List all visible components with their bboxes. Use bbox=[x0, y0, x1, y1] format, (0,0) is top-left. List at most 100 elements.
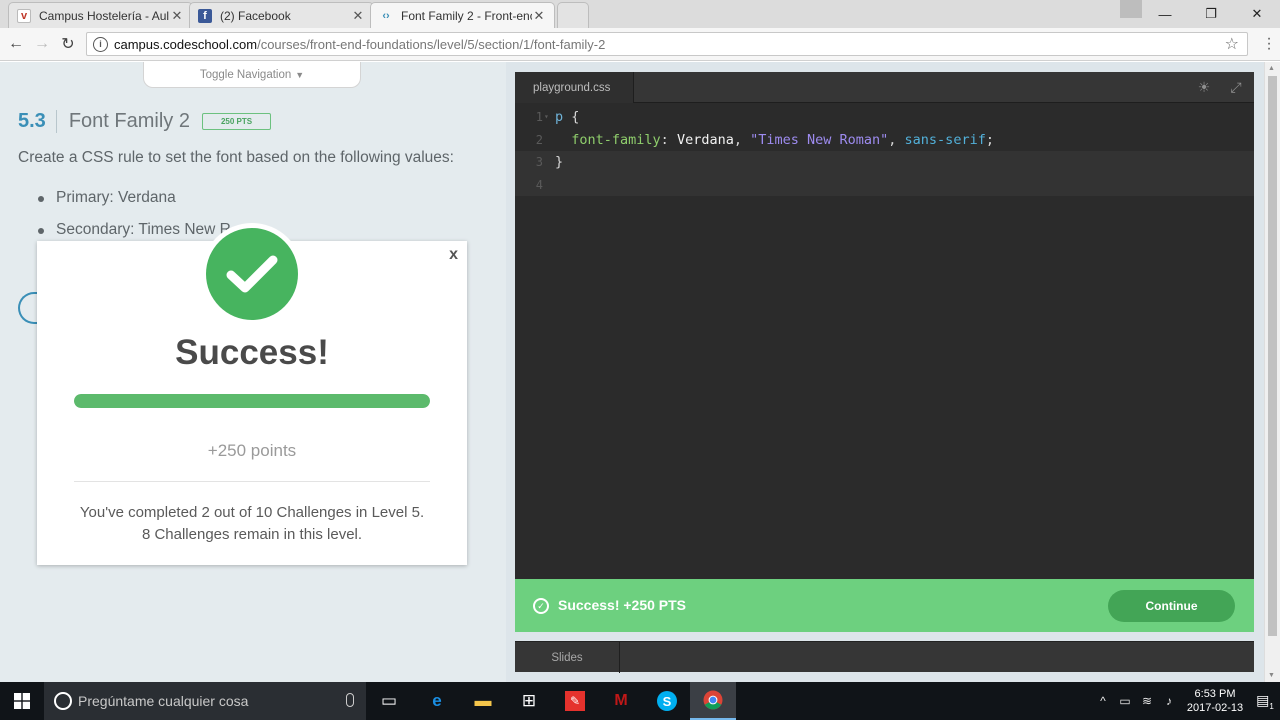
code-token: { bbox=[563, 109, 580, 125]
new-tab-button[interactable] bbox=[557, 2, 589, 28]
wifi-icon[interactable]: ≋ bbox=[1136, 694, 1158, 708]
task-view-icon[interactable]: ▭ bbox=[366, 682, 412, 720]
slides-bar: Slides bbox=[515, 641, 1254, 673]
expand-icon[interactable]: ⤢ bbox=[1228, 79, 1244, 95]
line-number: 4 bbox=[535, 177, 543, 192]
info-icon[interactable]: i bbox=[93, 36, 108, 52]
code-token: p bbox=[555, 109, 564, 125]
code-line[interactable]: 3} bbox=[515, 151, 1254, 174]
code-token: sans-serif bbox=[904, 131, 986, 148]
checkmark-icon bbox=[206, 228, 298, 320]
points-badge: 250 PTS bbox=[201, 113, 272, 130]
browser-tab-strip: v Campus Hostelería - Aul ✕ f (2) Facebo… bbox=[0, 0, 1280, 28]
microphone-icon[interactable] bbox=[346, 693, 354, 707]
notification-center-icon[interactable]: ▤1 bbox=[1250, 692, 1280, 711]
store-icon[interactable]: ⊞ bbox=[506, 682, 552, 720]
challenge-title: Font Family 2 bbox=[68, 110, 190, 132]
scroll-down-icon[interactable]: ▼ bbox=[1268, 672, 1275, 679]
code-token: Verdana bbox=[676, 131, 734, 148]
line-number: 3 bbox=[535, 155, 543, 169]
progress-fill bbox=[74, 394, 430, 408]
browser-toolbar: ← → ↻ i campus.codeschool.com/courses/fr… bbox=[0, 28, 1280, 61]
profile-icon[interactable] bbox=[1120, 0, 1142, 18]
cortana-icon bbox=[54, 692, 72, 710]
browser-tab-campus[interactable]: v Campus Hostelería - Aul ✕ bbox=[8, 2, 193, 28]
line-text: p { bbox=[555, 106, 579, 129]
tab-title: Campus Hostelería - Aul bbox=[39, 8, 170, 23]
minimize-icon[interactable]: — bbox=[1142, 0, 1188, 28]
skype-icon[interactable]: S bbox=[644, 682, 690, 720]
address-bar[interactable]: i campus.codeschool.com/courses/front-en… bbox=[86, 32, 1248, 56]
chevron-up-icon[interactable]: ^ bbox=[1092, 694, 1114, 708]
tab-title: Font Family 2 - Front-enc bbox=[401, 8, 532, 23]
clock[interactable]: 6:53 PM 2017-02-13 bbox=[1180, 687, 1250, 715]
list-item: Primary: Verdana bbox=[38, 186, 231, 218]
brightness-icon[interactable]: ☀ bbox=[1196, 79, 1212, 95]
challenge-header: 5.3 Font Family 2 250 PTS bbox=[18, 110, 272, 133]
url-path: /courses/front-end-foundations/level/5/s… bbox=[257, 36, 606, 52]
code-editor[interactable]: playground.css ☀ ⤢ 1 ▾ p {2 font-family: V… bbox=[515, 72, 1254, 632]
facebook-icon: f bbox=[198, 8, 212, 23]
completion-line-1: You've completed 2 out of 10 Challenges … bbox=[79, 504, 425, 521]
bookmark-star-icon[interactable]: ☆ bbox=[1225, 34, 1239, 54]
code-lines[interactable]: 1 ▾ p {2 font-family: Verdana, "Times New … bbox=[515, 106, 1254, 196]
tab-slides[interactable]: Slides bbox=[515, 642, 620, 673]
chrome-icon[interactable] bbox=[690, 682, 736, 720]
code-token: font-family bbox=[555, 131, 661, 148]
code-token: , bbox=[733, 131, 751, 148]
file-explorer-icon[interactable]: ▬ bbox=[460, 682, 506, 720]
code-line[interactable]: 2 font-family: Verdana, "Times New Roman… bbox=[515, 129, 1254, 152]
tab-title: (2) Facebook bbox=[220, 8, 291, 23]
tab-playground-css[interactable]: playground.css bbox=[515, 72, 634, 103]
line-text: font-family: Verdana, "Times New Roman",… bbox=[555, 129, 994, 152]
code-token: : bbox=[660, 131, 677, 148]
cortana-search-box[interactable]: Pregúntame cualquier cosa bbox=[44, 682, 366, 720]
challenge-panel: Toggle Navigation ▼ 5.3 Font Family 2 25… bbox=[0, 62, 506, 682]
notification-count: 1 bbox=[1269, 701, 1274, 711]
fold-arrow-icon[interactable]: ▾ bbox=[544, 106, 549, 129]
menu-dots-icon[interactable]: · · · bbox=[1266, 31, 1272, 57]
forward-arrow-icon[interactable]: → bbox=[32, 34, 52, 54]
scroll-up-icon[interactable]: ▲ bbox=[1268, 65, 1275, 72]
browser-tab-font-family[interactable]: ‹› Font Family 2 - Front-enc ✕ bbox=[370, 2, 555, 28]
reload-icon[interactable]: ↻ bbox=[58, 34, 78, 54]
edge-icon[interactable]: e bbox=[414, 682, 460, 720]
close-icon[interactable]: ✕ bbox=[170, 8, 184, 24]
system-tray: ^ ▭ ≋ ♪ 6:53 PM 2017-02-13 ▤1 bbox=[1092, 682, 1280, 720]
page-scrollbar[interactable]: ▲ ▼ bbox=[1264, 62, 1280, 682]
code-line[interactable]: 1 ▾ p { bbox=[515, 106, 1254, 129]
scrollbar-thumb[interactable] bbox=[1268, 76, 1277, 636]
code-brackets-icon: ‹› bbox=[382, 9, 390, 22]
success-badge bbox=[201, 223, 303, 325]
modal-close-button[interactable]: x bbox=[449, 246, 458, 264]
volume-icon[interactable]: ♪ bbox=[1158, 694, 1180, 708]
success-title: Success! bbox=[175, 333, 329, 372]
back-arrow-icon[interactable]: ← bbox=[6, 34, 26, 54]
success-bar: ✓ Success! +250 PTS Continue bbox=[515, 579, 1254, 632]
success-message: Success! +250 PTS bbox=[558, 597, 687, 613]
clock-time: 6:53 PM bbox=[1194, 688, 1236, 700]
toggle-navigation-label: Toggle Navigation bbox=[199, 68, 292, 81]
code-line[interactable]: 4 bbox=[515, 173, 1254, 196]
continue-button[interactable]: Continue bbox=[1108, 590, 1235, 622]
editor-tab-bar: playground.css ☀ ⤢ bbox=[515, 72, 1254, 103]
browser-tab-facebook[interactable]: f (2) Facebook ✕ bbox=[189, 2, 374, 28]
completion-summary: You've completed 2 out of 10 Challenges … bbox=[37, 502, 467, 546]
toggle-navigation-button[interactable]: Toggle Navigation ▼ bbox=[143, 62, 361, 88]
completion-line-2: 8 Challenges remain in this level. bbox=[141, 526, 363, 543]
mcafee-icon[interactable]: M bbox=[598, 682, 644, 720]
windows-start-icon[interactable] bbox=[0, 682, 44, 720]
close-window-icon[interactable]: ✕ bbox=[1234, 0, 1280, 28]
window-controls: — ❐ ✕ bbox=[1142, 0, 1280, 28]
pdf-reader-icon[interactable]: ✎ bbox=[552, 682, 598, 720]
challenge-number: 5.3 bbox=[18, 110, 57, 133]
line-text: } bbox=[555, 151, 563, 174]
url-host: campus.codeschool.com bbox=[114, 36, 258, 52]
battery-icon[interactable]: ▭ bbox=[1114, 694, 1136, 708]
challenge-instructions: Create a CSS rule to set the font based … bbox=[18, 149, 454, 166]
points-earned: +250 points bbox=[207, 441, 297, 460]
page-content: Toggle Navigation ▼ 5.3 Font Family 2 25… bbox=[0, 62, 1264, 682]
close-icon[interactable]: ✕ bbox=[351, 8, 365, 24]
restore-icon[interactable]: ❐ bbox=[1188, 0, 1234, 28]
close-icon[interactable]: ✕ bbox=[532, 8, 546, 24]
